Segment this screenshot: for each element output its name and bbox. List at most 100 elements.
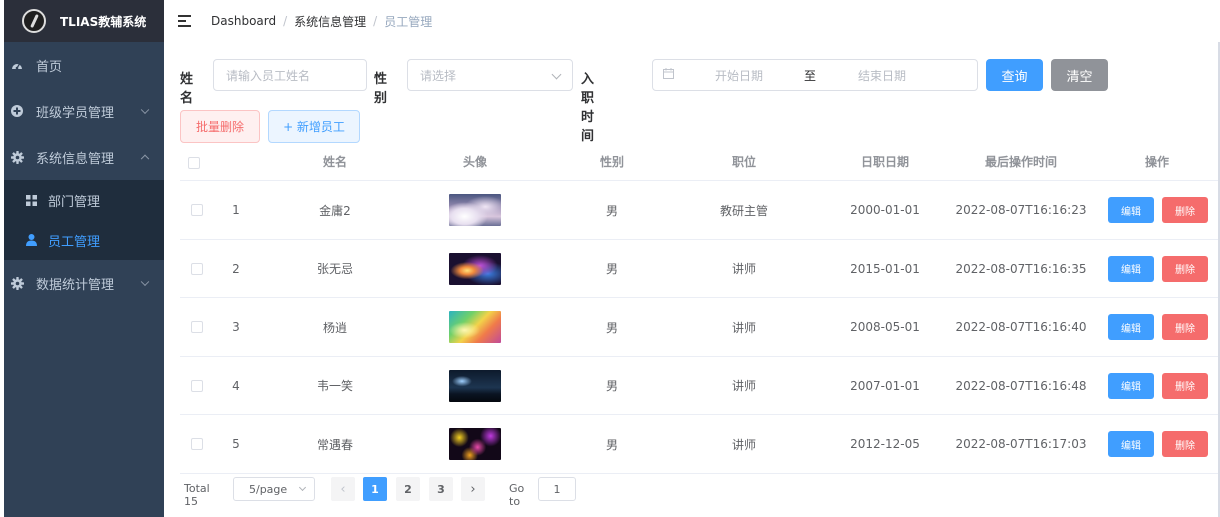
name-input[interactable]: 请输入员工姓名	[213, 59, 367, 91]
col-header-update-time: 最后操作时间	[984, 155, 1057, 169]
logo-icon	[22, 9, 46, 33]
table-row: 2 张无忌 男 讲师 2015-01-01 2022-08-07T16:16:3…	[180, 240, 1218, 299]
col-header-name: 姓名	[322, 155, 347, 169]
sidebar-item-employee[interactable]: 员工管理	[4, 220, 164, 260]
chevron-down-icon	[140, 105, 150, 115]
row-delete-button[interactable]: 删除	[1162, 357, 1208, 415]
grid-icon	[24, 193, 38, 207]
row-avatar	[449, 181, 501, 239]
gear-icon	[10, 150, 24, 164]
row-delete-button[interactable]: 删除	[1162, 240, 1208, 298]
row-checkbox[interactable]	[191, 357, 203, 415]
row-job: 讲师	[731, 320, 756, 335]
add-employee-button[interactable]: + 新增员工	[268, 110, 360, 143]
row-update-time: 2022-08-07T16:16:23	[955, 203, 1087, 217]
row-avatar	[449, 298, 501, 356]
row-index: 5	[232, 437, 240, 452]
sidebar-item-label: 首页	[36, 59, 63, 75]
sidebar-item-label: 系统信息管理	[36, 151, 115, 167]
fireworks-photo	[449, 428, 501, 461]
row-avatar	[449, 357, 501, 415]
row-index: 4	[232, 378, 240, 393]
row-update-time: 2022-08-07T16:17:03	[955, 437, 1087, 452]
col-header-operations: 操作	[1144, 155, 1169, 169]
row-edit-button[interactable]: 编辑	[1108, 181, 1154, 239]
gender-placeholder: 请选择	[420, 68, 457, 83]
brand: TLIAS教辅系统	[4, 0, 164, 42]
col-header-job: 职位	[731, 155, 756, 169]
brand-title: TLIAS教辅系统	[60, 14, 147, 29]
row-checkbox[interactable]	[191, 181, 203, 239]
gender-select[interactable]: 请选择	[407, 59, 573, 91]
chevron-up-icon	[140, 154, 150, 164]
table-row: 4 韦一笑 男 讲师 2007-01-01 2022-08-07T16:16:4…	[180, 357, 1218, 416]
sidebar-item-home[interactable]: 首页	[4, 42, 164, 88]
gender-label: 性别	[374, 72, 388, 106]
sidebar-item-system-info[interactable]: 系统信息管理	[4, 134, 164, 180]
plus-circle-icon	[10, 104, 24, 118]
row-job: 教研主管	[719, 203, 768, 218]
submenu-system-info: 部门管理 员工管理	[4, 180, 164, 260]
goto-page-input[interactable]: 1	[538, 477, 576, 501]
table-row: 3 杨逍 男 讲师 2008-05-01 2022-08-07T16:16:40…	[180, 298, 1218, 357]
chevron-right-icon: ›	[470, 481, 476, 497]
row-entry-date: 2007-01-01	[850, 378, 920, 393]
night-city-photo	[449, 369, 501, 402]
clear-button[interactable]: 清空	[1051, 59, 1108, 91]
col-header-gender: 性别	[599, 155, 624, 169]
row-delete-button[interactable]: 删除	[1162, 415, 1208, 473]
prev-page-button[interactable]: ‹	[331, 477, 355, 501]
breadcrumb-separator: /	[373, 14, 378, 28]
page-button-1[interactable]: 1	[363, 477, 387, 501]
breadcrumb-system-info[interactable]: 系统信息管理	[294, 13, 366, 30]
row-index: 1	[232, 203, 240, 217]
row-gender: 男	[605, 379, 618, 394]
row-entry-date: 2012-12-05	[850, 437, 920, 452]
row-gender: 男	[605, 320, 618, 335]
next-page-button[interactable]: ›	[461, 477, 485, 501]
row-delete-button[interactable]: 删除	[1162, 298, 1208, 356]
top-navbar: Dashboard / 系统信息管理 / 员工管理	[164, 0, 1220, 42]
row-checkbox[interactable]	[191, 415, 203, 473]
nebula-photo	[449, 252, 501, 285]
row-name: 杨逍	[322, 320, 347, 335]
table-row: 1 金庸2 男 教研主管 2000-01-01 2022-08-07T16:16…	[180, 181, 1218, 240]
date-range-picker[interactable]: 开始日期 至 结束日期	[652, 59, 978, 91]
row-name: 常遇春	[316, 437, 353, 452]
sidebar-item-label: 员工管理	[48, 234, 101, 250]
hamburger-icon[interactable]	[178, 15, 191, 27]
row-edit-button[interactable]: 编辑	[1108, 298, 1154, 356]
page-size-select[interactable]: 5/page	[233, 477, 315, 501]
calendar-icon	[663, 68, 674, 82]
row-edit-button[interactable]: 编辑	[1108, 240, 1154, 298]
sidebar-item-class-students[interactable]: 班级学员管理	[4, 88, 164, 134]
sidebar-item-department[interactable]: 部门管理	[4, 180, 164, 220]
row-job: 讲师	[731, 262, 756, 277]
dashboard-icon	[10, 58, 24, 72]
row-checkbox[interactable]	[191, 240, 203, 298]
row-edit-button[interactable]: 编辑	[1108, 357, 1154, 415]
row-update-time: 2022-08-07T16:16:35	[955, 261, 1087, 276]
chevron-down-icon	[298, 483, 307, 492]
name-placeholder: 请输入员工姓名	[226, 68, 311, 83]
end-date-placeholder: 结束日期	[858, 68, 907, 83]
row-delete-button[interactable]: 删除	[1162, 181, 1208, 239]
page-button-3[interactable]: 3	[429, 477, 453, 501]
chevron-left-icon: ‹	[340, 481, 346, 497]
chevron-down-icon	[551, 69, 562, 80]
row-checkbox[interactable]	[191, 298, 203, 356]
row-edit-button[interactable]: 编辑	[1108, 415, 1154, 473]
sidebar-item-statistics[interactable]: 数据统计管理	[4, 260, 164, 306]
batch-delete-button[interactable]: 批量删除	[180, 110, 260, 143]
row-name: 韦一笑	[316, 379, 353, 394]
breadcrumb-dashboard[interactable]: Dashboard	[211, 14, 276, 28]
select-all-checkbox[interactable]	[188, 144, 200, 181]
query-button[interactable]: 查询	[986, 59, 1043, 91]
row-job: 讲师	[731, 379, 756, 394]
page-button-2[interactable]: 2	[396, 477, 420, 501]
row-gender: 男	[605, 203, 618, 218]
table-header: 姓名 头像 性别 职位 日职日期 最后操作时间 操作	[180, 144, 1218, 181]
row-job: 讲师	[731, 437, 756, 452]
row-entry-date: 2008-05-01	[850, 320, 920, 335]
gear-icon	[10, 276, 24, 290]
